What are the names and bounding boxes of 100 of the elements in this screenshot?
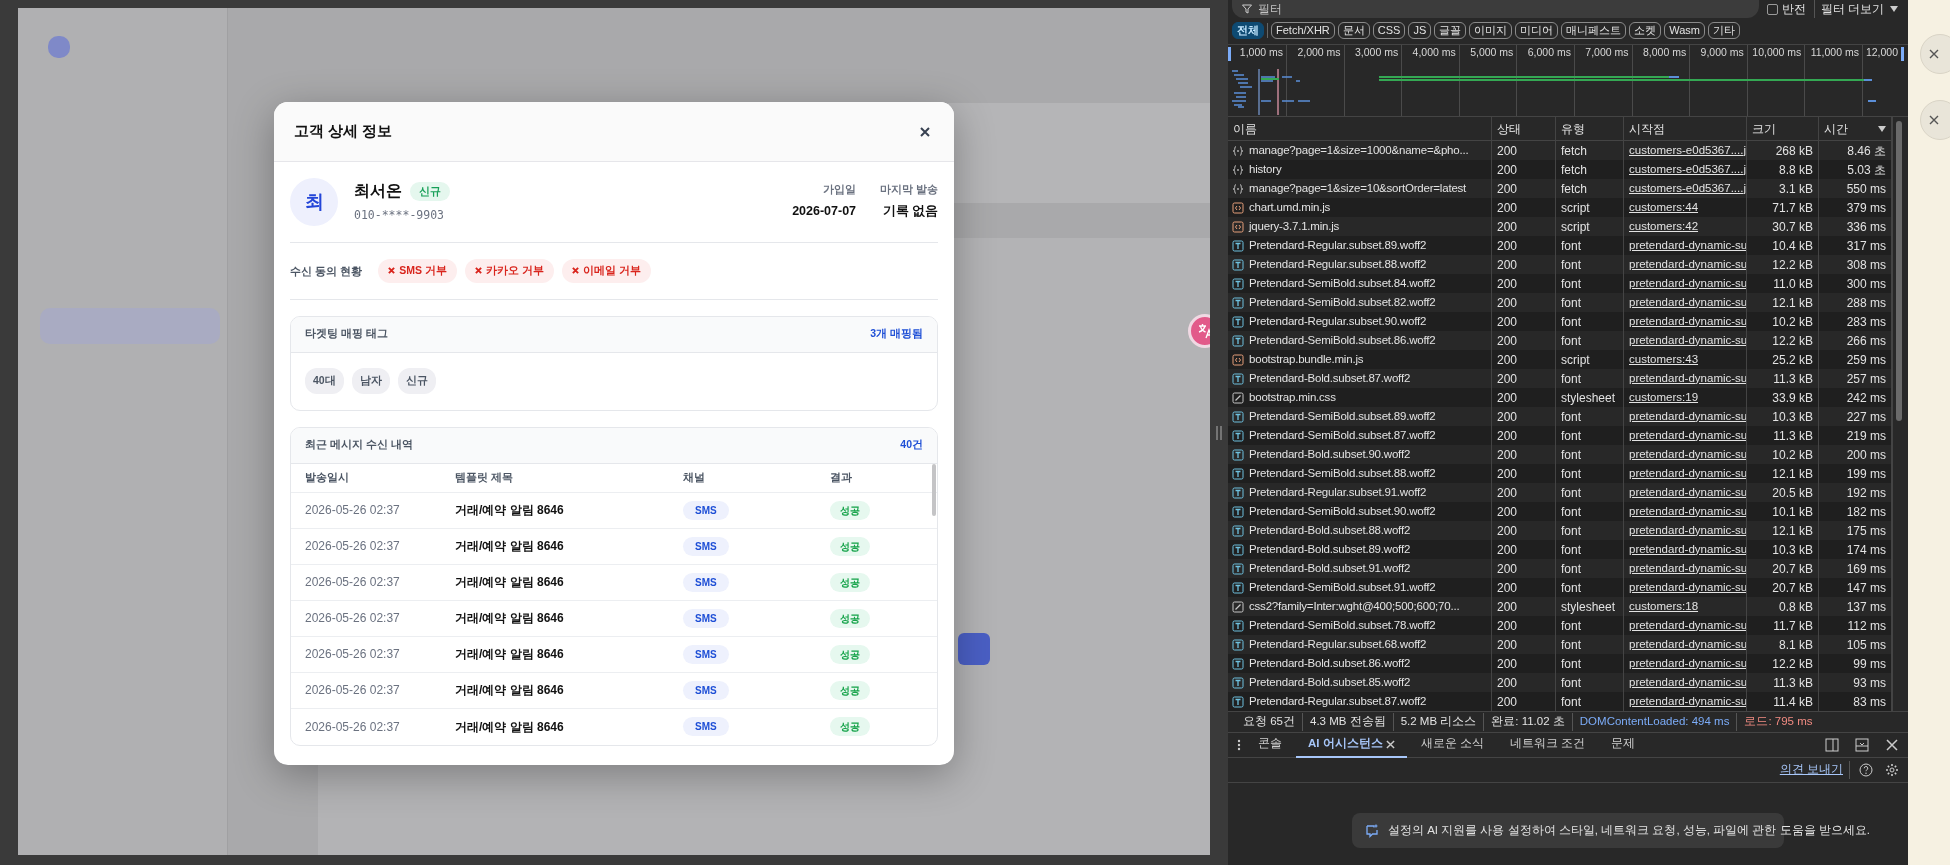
- column-header[interactable]: 상태: [1492, 117, 1556, 140]
- request-name[interactable]: Pretendard-SemiBold.subset.88.woff2: [1249, 464, 1436, 483]
- request-name[interactable]: Pretendard-Bold.subset.91.woff2: [1249, 559, 1411, 578]
- filter-field[interactable]: 필터: [1232, 0, 1759, 18]
- initiator-link[interactable]: pretendard-dynamic-su: [1629, 578, 1746, 597]
- feedback-link[interactable]: 의견 보내기: [1779, 761, 1850, 779]
- settings-link[interactable]: 설정의 AI 지원: [1388, 824, 1466, 836]
- scrollbar-thumb[interactable]: [1896, 121, 1902, 421]
- initiator-link[interactable]: pretendard-dynamic-su: [1629, 635, 1746, 654]
- type-filter-chip[interactable]: 기타: [1708, 21, 1741, 39]
- drawer-tab[interactable]: 콘솔: [1246, 732, 1294, 758]
- request-name[interactable]: Pretendard-SemiBold.subset.90.woff2: [1249, 502, 1436, 521]
- initiator-link[interactable]: pretendard-dynamic-su: [1629, 369, 1746, 388]
- drawer-tab[interactable]: AI 어시스턴스: [1296, 732, 1407, 758]
- initiator-link[interactable]: pretendard-dynamic-su: [1629, 255, 1746, 274]
- initiator-link[interactable]: customers:18: [1629, 597, 1699, 616]
- scrollbar-thumb[interactable]: [932, 463, 936, 516]
- request-type: font: [1561, 465, 1581, 483]
- mapped-count: 3개 매핑됨: [870, 326, 923, 342]
- request-name[interactable]: Pretendard-Bold.subset.90.woff2: [1249, 445, 1411, 464]
- request-name[interactable]: jquery-3.7.1.min.js: [1249, 217, 1340, 236]
- initiator-link[interactable]: pretendard-dynamic-su: [1629, 616, 1746, 635]
- initiator-link[interactable]: pretendard-dynamic-su: [1629, 502, 1746, 521]
- request-name[interactable]: css2?family=Inter:wght@400;500;600;70...: [1249, 597, 1460, 616]
- request-name[interactable]: Pretendard-Regular.subset.89.woff2: [1249, 236, 1427, 255]
- type-filter-chip[interactable]: Wasm: [1664, 21, 1706, 39]
- initiator-link[interactable]: pretendard-dynamic-su: [1629, 654, 1746, 673]
- request-name[interactable]: bootstrap.min.css: [1249, 388, 1336, 407]
- type-filter-chip[interactable]: 미디어: [1515, 21, 1559, 39]
- more-filters-dropdown[interactable]: 필터 더보기: [1813, 0, 1904, 18]
- request-type: font: [1561, 617, 1581, 635]
- request-name[interactable]: Pretendard-Bold.subset.86.woff2: [1249, 654, 1411, 673]
- column-header[interactable]: 크기: [1747, 117, 1819, 140]
- request-name[interactable]: Pretendard-SemiBold.subset.82.woff2: [1249, 293, 1436, 312]
- request-type: font: [1561, 693, 1581, 711]
- type-filter-chip[interactable]: 문서: [1337, 21, 1370, 39]
- splitter-grip-icon[interactable]: [1216, 425, 1222, 440]
- request-name[interactable]: Pretendard-Regular.subset.68.woff2: [1249, 635, 1427, 654]
- request-name[interactable]: manage?page=1&size=1000&name=&pho...: [1249, 141, 1469, 160]
- type-filter-chip[interactable]: CSS: [1372, 21, 1406, 39]
- request-name[interactable]: Pretendard-SemiBold.subset.78.woff2: [1249, 616, 1436, 635]
- initiator-link[interactable]: customers:44: [1629, 198, 1699, 217]
- request-name[interactable]: Pretendard-Bold.subset.89.woff2: [1249, 540, 1411, 559]
- initiator-link[interactable]: pretendard-dynamic-su: [1629, 407, 1746, 426]
- request-name[interactable]: Pretendard-Regular.subset.87.woff2: [1249, 692, 1427, 711]
- type-filter-chip[interactable]: 글꼴: [1434, 21, 1467, 39]
- initiator-link[interactable]: pretendard-dynamic-su: [1629, 559, 1746, 578]
- request-name[interactable]: Pretendard-Regular.subset.91.woff2: [1249, 483, 1427, 502]
- type-filter-chip[interactable]: JS: [1408, 21, 1432, 39]
- request-name[interactable]: chart.umd.min.js: [1249, 198, 1331, 217]
- request-name[interactable]: history: [1249, 160, 1282, 179]
- dock-bottom-button[interactable]: [1852, 735, 1872, 755]
- summary-text: 요청 65건: [1236, 713, 1303, 731]
- type-filter-chip[interactable]: Fetch/XHR: [1271, 21, 1335, 39]
- initiator-link[interactable]: pretendard-dynamic-su: [1629, 274, 1746, 293]
- request-name[interactable]: Pretendard-SemiBold.subset.89.woff2: [1249, 407, 1436, 426]
- initiator-link[interactable]: pretendard-dynamic-su: [1629, 426, 1746, 445]
- initiator-link[interactable]: customers:42: [1629, 217, 1699, 236]
- type-filter-chip[interactable]: 이미지: [1469, 21, 1513, 39]
- request-name[interactable]: Pretendard-Regular.subset.90.woff2: [1249, 312, 1427, 331]
- initiator-link[interactable]: pretendard-dynamic-su: [1629, 236, 1746, 255]
- initiator-link[interactable]: pretendard-dynamic-su: [1629, 673, 1746, 692]
- request-name[interactable]: bootstrap.bundle.min.js: [1249, 350, 1364, 369]
- initiator-link[interactable]: customers-e0d5367....j: [1629, 141, 1746, 160]
- initiator-link[interactable]: pretendard-dynamic-su: [1629, 483, 1746, 502]
- request-name[interactable]: Pretendard-Bold.subset.87.woff2: [1249, 369, 1411, 388]
- request-name[interactable]: Pretendard-SemiBold.subset.87.woff2: [1249, 426, 1436, 445]
- initiator-link[interactable]: pretendard-dynamic-su: [1629, 692, 1746, 711]
- initiator-link[interactable]: customers-e0d5367....j: [1629, 160, 1746, 179]
- request-name[interactable]: Pretendard-SemiBold.subset.91.woff2: [1249, 578, 1436, 597]
- column-header[interactable]: 시작점: [1624, 117, 1747, 140]
- column-header[interactable]: 유형: [1556, 117, 1624, 140]
- request-name[interactable]: Pretendard-Bold.subset.85.woff2: [1249, 673, 1411, 692]
- drawer-tab[interactable]: 새로운 소식: [1408, 732, 1496, 758]
- initiator-link[interactable]: pretendard-dynamic-su: [1629, 331, 1746, 350]
- drawer-tab[interactable]: 문제: [1599, 732, 1648, 758]
- drawer-tab[interactable]: 네트워크 조건: [1497, 732, 1598, 758]
- request-name[interactable]: Pretendard-SemiBold.subset.84.woff2: [1249, 274, 1436, 293]
- initiator-link[interactable]: pretendard-dynamic-su: [1629, 293, 1746, 312]
- request-name[interactable]: Pretendard-Regular.subset.88.woff2: [1249, 255, 1427, 274]
- request-name[interactable]: Pretendard-Bold.subset.88.woff2: [1249, 521, 1411, 540]
- type-filter-chip[interactable]: 전체: [1232, 21, 1264, 39]
- invert-checkbox[interactable]: [1766, 3, 1778, 15]
- initiator-link[interactable]: customers:19: [1629, 388, 1699, 407]
- initiator-link[interactable]: pretendard-dynamic-su: [1629, 521, 1746, 540]
- type-filter-chip[interactable]: 매니페스트: [1561, 21, 1627, 39]
- initiator-link[interactable]: pretendard-dynamic-su: [1629, 445, 1746, 464]
- request-name[interactable]: Pretendard-SemiBold.subset.86.woff2: [1249, 331, 1436, 350]
- initiator-link[interactable]: pretendard-dynamic-su: [1629, 464, 1746, 483]
- initiator-link[interactable]: pretendard-dynamic-su: [1629, 540, 1746, 559]
- help-button[interactable]: [1856, 760, 1876, 780]
- request-name[interactable]: manage?page=1&size=10&sortOrder=latest: [1249, 179, 1467, 198]
- type-filter-chip[interactable]: 소켓: [1629, 21, 1662, 39]
- dock-side-button[interactable]: [1822, 735, 1842, 755]
- initiator-link[interactable]: customers:43: [1629, 350, 1699, 369]
- request-time: 99 ms: [1853, 655, 1886, 673]
- initiator-link[interactable]: pretendard-dynamic-su: [1629, 312, 1746, 331]
- table-cell-text: 2026-05-26 02:37: [305, 646, 401, 663]
- initiator-link[interactable]: customers-e0d5367....j: [1629, 179, 1746, 198]
- column-header[interactable]: 이름: [1228, 117, 1492, 140]
